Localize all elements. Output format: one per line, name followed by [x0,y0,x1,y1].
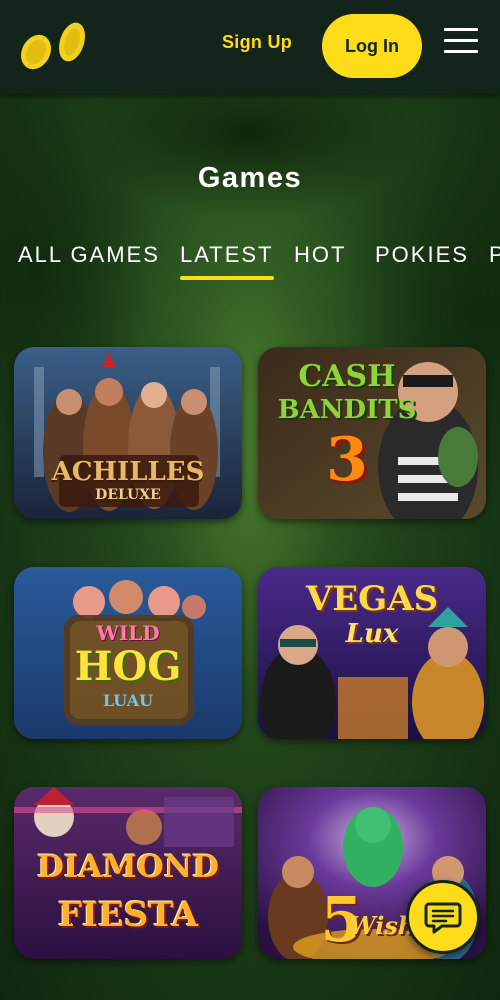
sign-up-link[interactable]: Sign Up [222,32,292,53]
game-card-achilles-deluxe[interactable]: ACHILLES DELUXE [14,347,242,519]
hamburger-menu-icon[interactable] [444,24,478,68]
page-title: Games [197,162,303,194]
game-title: DIAMOND [37,849,219,885]
game-title-line2: BANDITS [277,395,417,425]
game-title: CASH [298,359,396,394]
game-title: VEGAS [305,579,439,619]
game-title: ACHILLES [51,457,205,487]
game-title-line3: LUAU [102,691,154,710]
game-title-line2: FIESTA [57,895,199,935]
game-title-line2: Lux [345,619,399,649]
chat-bubble-icon [424,902,462,934]
tab-hot[interactable]: HOT [294,242,346,268]
game-card-diamond-fiesta[interactable]: DIAMOND FIESTA [14,787,242,959]
coins-logo-icon[interactable] [18,18,90,74]
game-title-line2: HOG [74,643,182,690]
game-category-tabs: ALL GAMES LATEST HOT POKIES P [18,242,500,292]
game-title: WILD [96,621,160,645]
game-card-vegas-lux[interactable]: VEGAS Lux [258,567,486,739]
tab-pokies[interactable]: POKIES [375,242,469,268]
game-subtitle: DELUXE [95,487,161,503]
tab-latest[interactable]: LATEST [180,242,274,280]
log-in-button[interactable]: Log In [322,14,422,78]
game-card-cash-bandits-3[interactable]: CASH BANDITS 3 [258,347,486,519]
game-card-wild-hog-luau[interactable]: WILD HOG LUAU [14,567,242,739]
game-number: 3 [326,425,368,495]
chat-support-button[interactable] [406,880,480,954]
top-header: Sign Up Log In [0,0,500,94]
tab-partial[interactable]: P [489,242,500,268]
tab-all-games[interactable]: ALL GAMES [18,242,160,268]
